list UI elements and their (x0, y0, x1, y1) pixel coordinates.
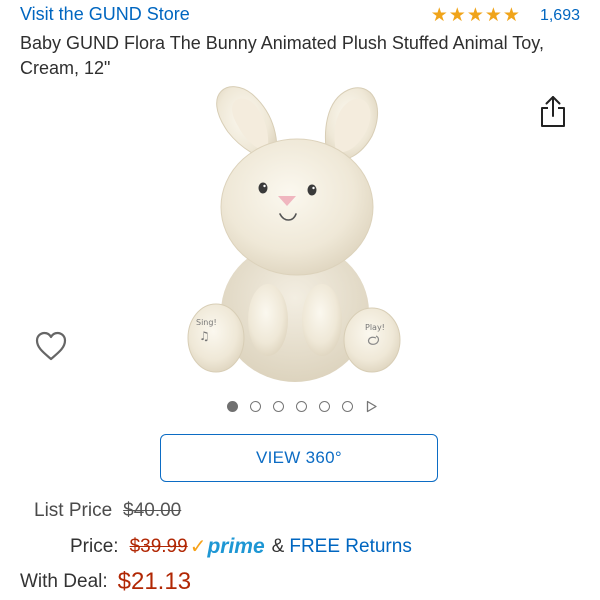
prime-word: prime (207, 535, 265, 558)
free-returns-link[interactable]: FREE Returns (289, 536, 411, 558)
price-label: Price: (70, 535, 119, 557)
deal-price-row: With Deal: $21.13 (20, 568, 191, 596)
image-carousel-dots (0, 400, 600, 413)
rating-count[interactable]: 1,693 (540, 7, 580, 25)
heart-icon[interactable] (34, 330, 68, 362)
price-row: Price: $39.99 ✓ prime & FREE Returns (70, 534, 412, 559)
star-rating: ★ ★ ★ ★ ★ (431, 6, 520, 25)
carousel-dot[interactable] (341, 401, 353, 412)
prime-logo: ✓ prime (190, 534, 265, 559)
play-icon[interactable] (365, 400, 378, 413)
deal-price-value: $21.13 (117, 568, 192, 595)
deal-label: With Deal: (20, 571, 108, 592)
carousel-dot[interactable] (295, 401, 307, 412)
ampersand: & (271, 535, 285, 557)
carousel-dot[interactable] (249, 401, 261, 412)
rating[interactable]: ★ ★ ★ ★ ★ 1,693 (431, 6, 580, 25)
prime-check-icon: ✓ (189, 534, 207, 558)
star-icon: ★ (484, 4, 502, 26)
product-title: Baby GUND Flora The Bunny Animated Plush… (20, 33, 544, 78)
carousel-dot[interactable] (272, 401, 284, 412)
paw-left-text: Sing! (196, 318, 217, 327)
store-link[interactable]: Visit the GUND Store (20, 4, 190, 25)
svg-text:♫: ♫ (199, 329, 210, 343)
star-icon: ★ (466, 4, 484, 26)
paw-right-text: Play! (365, 323, 385, 332)
list-price-value: $40.00 (123, 500, 182, 521)
star-icon: ★ (448, 4, 466, 26)
star-icon: ★ (430, 4, 448, 26)
share-icon[interactable] (538, 95, 568, 129)
star-icon: ★ (502, 4, 520, 26)
carousel-dot[interactable] (318, 401, 330, 412)
product-image[interactable]: Sing! ♫ Play! (150, 82, 450, 382)
list-price-row: List Price $40.00 (34, 500, 181, 522)
price-value: $39.99 (129, 535, 188, 557)
list-price-label: List Price (34, 500, 113, 521)
view-360-button[interactable]: VIEW 360° (160, 434, 438, 482)
carousel-dot[interactable] (226, 401, 238, 412)
